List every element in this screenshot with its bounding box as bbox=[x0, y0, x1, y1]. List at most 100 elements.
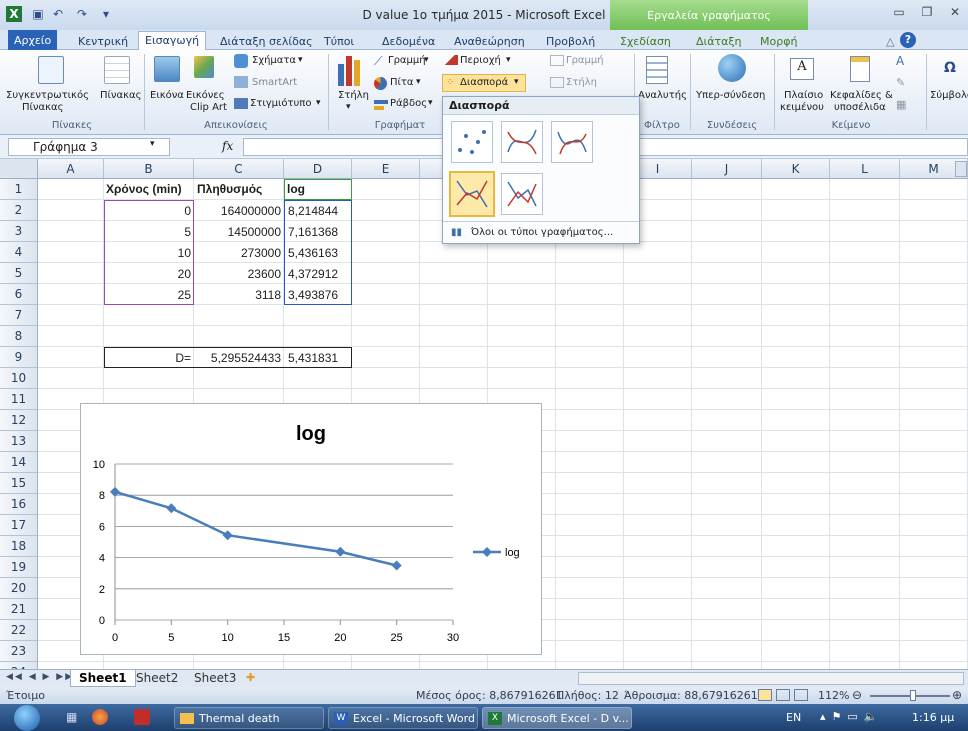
row-header-18[interactable]: 18 bbox=[0, 536, 38, 557]
column-header-d[interactable]: D bbox=[284, 159, 352, 179]
tab-page-layout[interactable]: Διάταξη σελίδας bbox=[214, 33, 319, 50]
picture-button[interactable]: Εικόνα bbox=[150, 90, 184, 101]
vertical-split-handle[interactable] bbox=[955, 161, 967, 177]
row-header-21[interactable]: 21 bbox=[0, 599, 38, 620]
cell-c3[interactable]: 14500000 bbox=[194, 225, 284, 239]
minimize-button[interactable]: ▭ bbox=[888, 5, 910, 23]
zoom-level[interactable]: 112% bbox=[818, 689, 849, 702]
row-header-8[interactable]: 8 bbox=[0, 326, 38, 347]
column-header-e[interactable]: E bbox=[352, 159, 420, 179]
clipart-icon[interactable] bbox=[194, 56, 214, 78]
sparkline-line-button[interactable]: Γραμμή bbox=[566, 55, 604, 66]
taskbar-excel-window[interactable]: Microsoft Excel - D v... bbox=[482, 707, 632, 729]
scatter-smooth-markers-option[interactable] bbox=[501, 121, 543, 163]
tab-data[interactable]: Δεδομένα bbox=[376, 33, 441, 50]
cell-c5[interactable]: 23600 bbox=[194, 267, 284, 281]
column-chart-icon[interactable] bbox=[338, 64, 344, 86]
cell-b1[interactable]: Χρόνος (min) bbox=[106, 182, 182, 196]
row-header-24[interactable]: 24 bbox=[0, 662, 38, 669]
area-chart-button[interactable]: Περιοχή bbox=[460, 55, 501, 66]
sheet-tab-3[interactable]: Sheet3 bbox=[186, 670, 244, 687]
tab-file[interactable]: Αρχείο bbox=[8, 30, 58, 50]
header-footer-icon[interactable] bbox=[850, 56, 870, 82]
shapes-button[interactable]: Σχήματα bbox=[252, 55, 296, 66]
table-button[interactable]: Πίνακας bbox=[100, 90, 141, 101]
slicer-icon[interactable] bbox=[646, 56, 668, 84]
cell-c4[interactable]: 273000 bbox=[194, 246, 284, 260]
close-button[interactable]: ✕ bbox=[944, 5, 966, 23]
scatter-straight-lines-option[interactable] bbox=[501, 173, 543, 215]
page-break-view-icon[interactable] bbox=[794, 689, 808, 701]
zoom-slider-thumb[interactable] bbox=[910, 690, 916, 701]
tray-icons[interactable]: ▴⚑▭🔈 bbox=[820, 710, 883, 723]
column-chart-button[interactable]: Στήλη bbox=[338, 90, 369, 101]
sheet-nav-arrows-icon[interactable]: ◀◀ ◀ ▶ ▶▶ bbox=[6, 672, 74, 682]
row-header-19[interactable]: 19 bbox=[0, 557, 38, 578]
row-header-12[interactable]: 12 bbox=[0, 410, 38, 431]
help-icon[interactable]: ? bbox=[900, 32, 916, 48]
picture-icon[interactable] bbox=[154, 56, 180, 82]
pie-chart-button[interactable]: Πίτα bbox=[390, 77, 414, 88]
row-header-23[interactable]: 23 bbox=[0, 641, 38, 662]
slicer-button[interactable]: Αναλυτής bbox=[638, 90, 687, 101]
cell-c9[interactable]: 5,295524433 bbox=[194, 351, 284, 365]
textbox-button[interactable]: Πλαίσιο bbox=[784, 90, 823, 101]
row-header-9[interactable]: 9 bbox=[0, 347, 38, 368]
tab-chart-design[interactable]: Σχεδίαση bbox=[614, 33, 677, 50]
column-header-k[interactable]: K bbox=[762, 159, 830, 179]
taskbar-thermal-folder[interactable]: Thermal death bbox=[174, 707, 324, 729]
row-header-14[interactable]: 14 bbox=[0, 452, 38, 473]
scatter-smooth-lines-option[interactable] bbox=[551, 121, 593, 163]
row-header-10[interactable]: 10 bbox=[0, 368, 38, 389]
chevron-down-icon[interactable]: ▾ bbox=[150, 139, 155, 149]
row-header-5[interactable]: 5 bbox=[0, 263, 38, 284]
textbox-icon[interactable]: A bbox=[790, 58, 814, 80]
insert-sheet-icon[interactable]: ✚ bbox=[246, 671, 255, 684]
clock[interactable]: 1:16 μμ bbox=[912, 711, 954, 724]
tab-insert[interactable]: Εισαγωγή bbox=[138, 31, 207, 51]
row-header-2[interactable]: 2 bbox=[0, 200, 38, 221]
hyperlink-globe-icon[interactable] bbox=[718, 54, 746, 82]
fx-icon[interactable]: fx bbox=[222, 139, 233, 153]
normal-view-icon[interactable] bbox=[758, 689, 772, 701]
smartart-button[interactable]: SmartArt bbox=[252, 77, 297, 88]
select-all-corner[interactable] bbox=[0, 159, 38, 179]
start-button[interactable] bbox=[14, 705, 40, 731]
tab-formulas[interactable]: Τύποι bbox=[318, 33, 360, 50]
row-header-1[interactable]: 1 bbox=[0, 179, 38, 200]
cell-c6[interactable]: 3118 bbox=[194, 288, 284, 302]
omega-icon[interactable]: Ω bbox=[944, 60, 956, 76]
bar-chart-button[interactable]: Ράβδος bbox=[390, 98, 427, 109]
cell-b9[interactable]: D= bbox=[104, 351, 194, 365]
column-header-a[interactable]: A bbox=[38, 159, 104, 179]
tab-home[interactable]: Κεντρική bbox=[72, 33, 134, 50]
sheet-tab-1[interactable]: Sheet1 bbox=[70, 670, 136, 687]
taskbar-word-window[interactable]: Excel - Microsoft Word bbox=[328, 707, 478, 729]
tab-review[interactable]: Αναθεώρηση bbox=[448, 33, 531, 50]
symbol-button[interactable]: Σύμβολο bbox=[930, 90, 968, 101]
row-header-13[interactable]: 13 bbox=[0, 431, 38, 452]
row-header-17[interactable]: 17 bbox=[0, 515, 38, 536]
language-indicator[interactable]: EN bbox=[786, 711, 801, 724]
column-header-b[interactable]: B bbox=[104, 159, 194, 179]
sparkline-column-button[interactable]: Στήλη bbox=[566, 77, 597, 88]
object-icon[interactable]: ▦ bbox=[896, 98, 906, 111]
page-layout-view-icon[interactable] bbox=[776, 689, 790, 701]
row-header-6[interactable]: 6 bbox=[0, 284, 38, 305]
column-header-c[interactable]: C bbox=[194, 159, 284, 179]
signature-icon[interactable]: ✎ bbox=[896, 76, 905, 89]
row-header-11[interactable]: 11 bbox=[0, 389, 38, 410]
chart-object[interactable]: log 0 2 4 6 8 10 0 5 10 15 20 25 30 log bbox=[80, 403, 542, 655]
chart-svg[interactable]: log 0 2 4 6 8 10 0 5 10 15 20 25 30 log bbox=[81, 404, 541, 654]
sheet-tab-2[interactable]: Sheet2 bbox=[128, 670, 186, 687]
tab-chart-format[interactable]: Μορφή bbox=[754, 33, 803, 50]
column-header-l[interactable]: L bbox=[830, 159, 900, 179]
row-header-3[interactable]: 3 bbox=[0, 221, 38, 242]
horizontal-scrollbar[interactable] bbox=[578, 672, 964, 685]
pivot-table-button[interactable]: Συγκεντρωτικός bbox=[6, 90, 89, 101]
table-icon[interactable] bbox=[104, 56, 130, 84]
restore-button[interactable]: ❐ bbox=[916, 5, 938, 23]
pivot-table-icon[interactable] bbox=[38, 56, 64, 84]
scatter-straight-markers-option[interactable] bbox=[449, 171, 495, 217]
cell-d9[interactable]: 5,431831 bbox=[288, 351, 338, 365]
